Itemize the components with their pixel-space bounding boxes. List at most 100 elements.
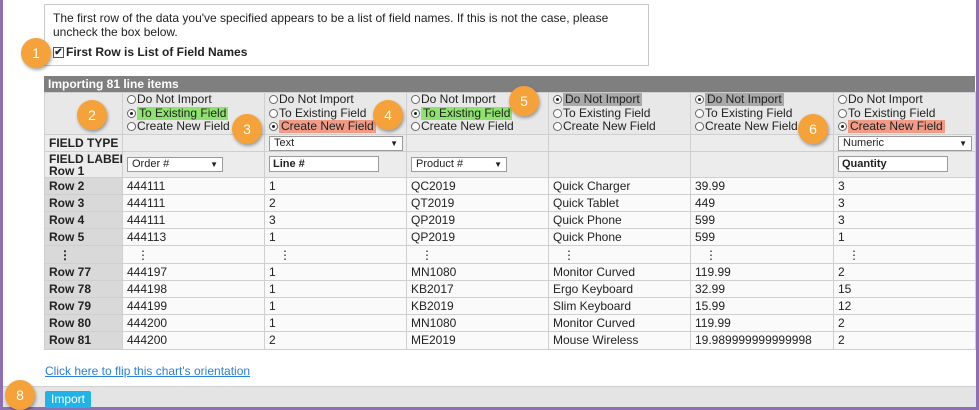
table-row: Row 4 444111 3 QP2019 Quick Phone 599 3: [44, 211, 976, 230]
table-cell: 2: [264, 331, 407, 350]
table-cell: 32.99: [690, 279, 834, 299]
table-cell: 2: [264, 193, 407, 213]
row-label: Row 5: [44, 228, 123, 247]
col5-do-not-import[interactable]: Do Not Import: [695, 93, 829, 107]
table-cell: 444113: [122, 228, 265, 247]
radio-selected-icon[interactable]: [411, 108, 420, 118]
table-row: Row 3 444111 2 QT2019 Quick Tablet 449 3: [44, 193, 976, 213]
table-cell: 3: [264, 211, 407, 230]
callout-badge-5: 5: [509, 86, 539, 116]
col3-field-select[interactable]: Product # ▼: [411, 157, 507, 173]
row-label: Row 77: [44, 262, 123, 281]
radio-icon[interactable]: [269, 108, 278, 118]
notice-text: The first row of the data you've specifi…: [53, 11, 609, 39]
ellipsis-row: ⋮ ⋮ ⋮ ⋮ ⋮ ⋮ ⋮: [44, 245, 976, 264]
row-label: Row 81: [44, 331, 123, 350]
table-cell: 15.99: [690, 296, 834, 316]
radio-icon[interactable]: [411, 122, 420, 132]
col1-do-not-import[interactable]: Do Not Import: [127, 93, 260, 106]
callout-badge-3: 3: [232, 114, 262, 144]
row-label: Row 79: [44, 296, 123, 316]
footer-bar: [3, 386, 976, 407]
radio-icon[interactable]: [269, 95, 278, 105]
table-row: Row 5 444113 1 QP2019 Quick Phone 599 1: [44, 228, 976, 247]
field-labels-label: FIELD LABELS Row 1: [44, 150, 123, 178]
radio-selected-icon[interactable]: [269, 122, 278, 132]
dropdown-arrow-icon: ▼: [959, 138, 967, 148]
table-cell: Quick Phone: [548, 228, 691, 247]
radio-icon[interactable]: [127, 95, 136, 105]
col6-type-select[interactable]: Numeric ▼: [838, 135, 972, 151]
table-cell: 444199: [122, 296, 265, 316]
ellipsis-cell: ⋮: [122, 245, 265, 264]
radio-icon[interactable]: [127, 122, 136, 132]
ellipsis-cell: ⋮: [44, 245, 123, 264]
table-cell: Quick Charger: [548, 176, 691, 195]
table-cell: 1: [264, 228, 407, 247]
table-cell: MN1080: [406, 262, 549, 281]
table-cell: 12: [833, 296, 976, 316]
radio-icon[interactable]: [838, 95, 847, 105]
radio-icon[interactable]: [838, 108, 847, 118]
callout-badge-1: 1: [21, 38, 51, 68]
col6-field-name-input[interactable]: Quantity: [838, 156, 948, 173]
table-cell: 444200: [122, 314, 265, 333]
table-cell: 444111: [122, 176, 265, 195]
table-cell: Mouse Wireless: [548, 331, 691, 350]
import-button[interactable]: Import: [45, 391, 92, 408]
field-type-row: FIELD TYPE Text ▼ Numeric ▼: [44, 133, 976, 152]
col4-create-new[interactable]: Create New Field: [553, 120, 686, 133]
col6-to-existing[interactable]: To Existing Field: [838, 106, 971, 121]
col3-create-new[interactable]: Create New Field: [411, 120, 544, 133]
table-cell: ME2019: [406, 331, 549, 350]
col4-to-existing[interactable]: To Existing Field: [553, 106, 686, 121]
dropdown-arrow-icon: ▼: [494, 160, 502, 170]
table-cell: 119.99: [690, 314, 834, 333]
table-cell: 444198: [122, 279, 265, 299]
table-cell: 2: [833, 262, 976, 281]
row-label: Row 80: [44, 314, 123, 333]
col6-create-new[interactable]: Create New Field: [838, 120, 971, 134]
radio-icon[interactable]: [411, 95, 420, 105]
first-row-notice: The first row of the data you've specifi…: [44, 4, 649, 66]
col4-options: Do Not Import To Existing Field Create N…: [548, 92, 691, 135]
import-panel: Importing 81 line items Do Not Import To…: [44, 76, 976, 350]
col4-do-not-import[interactable]: Do Not Import: [553, 93, 686, 107]
table-row: Row 81 444200 2 ME2019 Mouse Wireless 19.9899…: [44, 331, 976, 350]
table-cell: 1: [264, 314, 407, 333]
radio-icon[interactable]: [553, 108, 562, 118]
first-row-checkbox[interactable]: ✔: [53, 46, 64, 58]
col2-type-select[interactable]: Text ▼: [269, 135, 403, 151]
table-cell: 1: [264, 279, 407, 299]
radio-icon[interactable]: [695, 122, 704, 132]
callout-badge-2: 2: [77, 100, 107, 130]
table-cell: 19.989999999999998: [690, 331, 834, 350]
import-grid: Do Not Import To Existing Field Create N…: [44, 92, 976, 350]
table-cell: QC2019: [406, 176, 549, 195]
table-cell: 2: [833, 314, 976, 333]
table-row: Row 80 444200 1 MN1080 Monitor Curved 119.99 2: [44, 314, 976, 333]
table-cell: 3: [833, 211, 976, 230]
radio-icon[interactable]: [695, 108, 704, 118]
data-rows-bottom: Row 77 444197 1 MN1080 Monitor Curved 119.99 2…: [44, 262, 976, 350]
radio-selected-icon[interactable]: [127, 108, 136, 118]
col2-field-name-input[interactable]: Line #: [269, 156, 379, 173]
radio-selected-icon[interactable]: [695, 95, 704, 105]
radio-selected-icon[interactable]: [553, 95, 562, 105]
row-label: Row 3: [44, 193, 123, 213]
table-cell: 15: [833, 279, 976, 299]
ellipsis-cell: ⋮: [548, 245, 691, 264]
col1-field-select[interactable]: Order # ▼: [127, 157, 223, 173]
col6-do-not-import[interactable]: Do Not Import: [838, 93, 971, 106]
table-cell: KB2019: [406, 296, 549, 316]
first-row-checkbox-row[interactable]: ✔ First Row is List of Field Names: [53, 45, 640, 59]
flip-orientation-link[interactable]: Click here to flip this chart's orientat…: [45, 364, 250, 378]
ellipsis-cell: ⋮: [264, 245, 407, 264]
table-cell: MN1080: [406, 314, 549, 333]
table-row: Row 2 444111 1 QC2019 Quick Charger 39.99 3: [44, 176, 976, 195]
radio-selected-icon[interactable]: [838, 122, 847, 132]
callout-badge-6: 6: [798, 114, 828, 144]
table-cell: 119.99: [690, 262, 834, 281]
row-label: Row 4: [44, 211, 123, 230]
radio-icon[interactable]: [553, 122, 562, 132]
